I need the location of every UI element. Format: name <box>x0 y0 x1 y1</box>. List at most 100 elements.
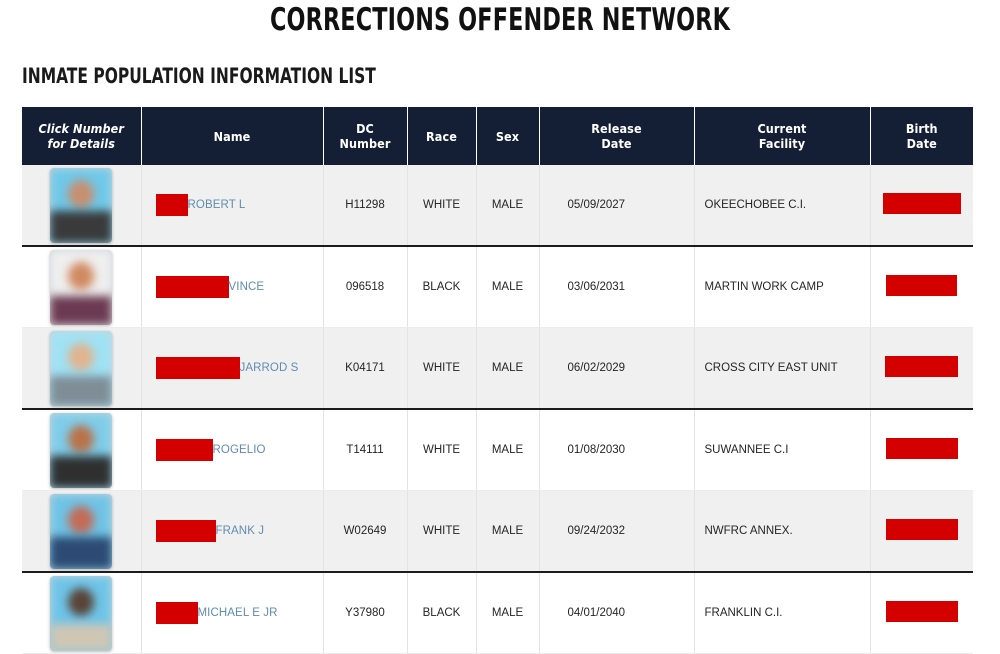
column-header-line1: Name <box>213 128 251 144</box>
redaction-block-birthdate <box>885 438 958 459</box>
photo-cell[interactable] <box>22 246 142 328</box>
photo-cell[interactable] <box>22 490 142 573</box>
photo-cell[interactable] <box>22 409 142 491</box>
name-cell-inner: VINCE <box>142 276 317 298</box>
inmate-photo-thumbnail[interactable] <box>50 493 113 569</box>
dc-number-cell: T14111 <box>322 409 408 491</box>
column-header-line1: Current <box>757 121 807 136</box>
column-header-sex[interactable]: Sex <box>475 107 540 165</box>
column-header-line1: Race <box>426 128 457 144</box>
column-header-line1: Release <box>591 121 642 136</box>
column-header-release-date[interactable]: Release Date <box>538 107 695 165</box>
redaction-block-lastname <box>155 357 240 379</box>
name-cell-inner: FRANK J <box>142 520 317 542</box>
redaction-block-birthdate <box>885 356 959 377</box>
redaction-block-lastname <box>155 276 229 298</box>
page-title: CORRECTIONS OFFENDER NETWORK <box>269 2 731 38</box>
current-facility-cell: OKEECHOBEE C.I. <box>693 165 871 247</box>
birth-date-cell <box>869 572 973 654</box>
column-header-click-number: Click Number for Details <box>22 107 142 165</box>
current-facility-cell: NWFRC ANNEX. <box>693 490 871 573</box>
inmate-name-link[interactable]: VINCE <box>229 281 265 293</box>
redaction-block-lastname <box>155 194 188 216</box>
column-header-line2: Date <box>601 136 632 151</box>
column-header-line1: Sex <box>495 128 520 144</box>
race-cell: WHITE <box>406 165 477 247</box>
name-cell-inner: MICHAEL E JR <box>142 602 317 624</box>
inmate-name-link[interactable]: ROBERT L <box>188 199 246 211</box>
table-row: MICHAEL E JR Y37980 BLACK MALE 04/01/2040 FRA… <box>22 572 973 654</box>
redaction-block-birthdate <box>882 193 961 214</box>
release-date-cell: 01/08/2030 <box>538 409 695 491</box>
inmate-photo-thumbnail[interactable] <box>50 249 113 325</box>
current-facility-cell: FRANKLIN C.I. <box>693 572 871 654</box>
table-row: FRANK J W02649 WHITE MALE 09/24/2032 NWFRC AN… <box>22 490 973 573</box>
photo-cell[interactable] <box>22 327 142 410</box>
redaction-block-lastname <box>155 602 198 624</box>
table-row: VINCE 096518 BLACK MALE 03/06/2031 MARTIN WOR… <box>22 246 973 328</box>
photo-cell[interactable] <box>22 165 142 247</box>
inmate-name-link[interactable]: JARROD S <box>240 362 299 374</box>
release-date-cell: 06/02/2029 <box>538 327 695 410</box>
column-header-line1: Click Number <box>38 121 125 136</box>
redaction-block-birthdate <box>885 519 958 540</box>
name-cell[interactable]: MICHAEL E JR <box>140 572 324 654</box>
column-header-name[interactable]: Name <box>140 107 324 165</box>
birth-date-cell <box>869 327 973 410</box>
name-cell[interactable]: ROBERT L <box>140 165 324 247</box>
list-heading: INMATE POPULATION INFORMATION LIST <box>22 64 376 88</box>
dc-number-cell: H11298 <box>322 165 408 247</box>
name-cell[interactable]: FRANK J <box>140 490 324 573</box>
dc-number-cell: W02649 <box>322 490 408 573</box>
race-cell: WHITE <box>406 327 477 410</box>
column-header-race[interactable]: Race <box>406 107 477 165</box>
current-facility-cell: CROSS CITY EAST UNIT <box>693 327 871 410</box>
dc-number-cell: Y37980 <box>322 572 408 654</box>
sex-cell: MALE <box>475 572 540 654</box>
inmate-name-link[interactable]: FRANK J <box>216 525 265 537</box>
sex-cell: MALE <box>475 165 540 247</box>
photo-cell[interactable] <box>22 572 142 654</box>
release-date-cell: 03/06/2031 <box>538 246 695 328</box>
redaction-block-birthdate <box>885 601 958 622</box>
release-date-cell: 09/24/2032 <box>538 490 695 573</box>
inmate-name-link[interactable]: MICHAEL E JR <box>198 607 278 619</box>
name-cell-inner: ROBERT L <box>142 194 317 216</box>
name-cell[interactable]: JARROD S <box>140 327 324 410</box>
table-row: ROGELIO T14111 WHITE MALE 01/08/2030 SUWANNEE… <box>22 409 973 491</box>
race-cell: BLACK <box>406 572 477 654</box>
name-cell-inner: JARROD S <box>142 357 317 379</box>
race-cell: WHITE <box>406 409 477 491</box>
page-root: CORRECTIONS OFFENDER NETWORK INMATE POPU… <box>0 0 1000 654</box>
inmate-photo-thumbnail[interactable] <box>50 167 113 243</box>
release-date-cell: 04/01/2040 <box>538 572 695 654</box>
redaction-block-birthdate <box>886 275 958 296</box>
column-header-line2: Date <box>906 136 937 151</box>
redaction-block-lastname <box>155 520 216 542</box>
release-date-cell: 05/09/2027 <box>538 165 695 247</box>
name-cell-inner: ROGELIO <box>142 439 317 461</box>
inmate-photo-thumbnail[interactable] <box>50 330 113 406</box>
inmate-table-container: Click Number for Details Name DC Number … <box>22 107 973 654</box>
column-header-dc-number[interactable]: DC Number <box>322 107 408 165</box>
inmate-photo-thumbnail[interactable] <box>50 412 113 488</box>
race-cell: BLACK <box>406 246 477 328</box>
name-cell[interactable]: VINCE <box>140 246 324 328</box>
column-header-line2: for Details <box>47 136 115 151</box>
current-facility-cell: SUWANNEE C.I <box>693 409 871 491</box>
birth-date-cell <box>869 409 973 491</box>
column-header-birth-date[interactable]: Birth Date <box>869 107 973 165</box>
name-cell[interactable]: ROGELIO <box>140 409 324 491</box>
inmate-name-link[interactable]: ROGELIO <box>213 444 266 456</box>
column-header-current-facility[interactable]: Current Facility <box>693 107 871 165</box>
table-header-row: Click Number for Details Name DC Number … <box>22 107 973 165</box>
table-row: ROBERT L H11298 WHITE MALE 05/09/2027 OKEECHO… <box>22 165 973 247</box>
birth-date-cell <box>869 490 973 573</box>
birth-date-cell <box>869 165 973 247</box>
race-cell: WHITE <box>406 490 477 573</box>
table-header: Click Number for Details Name DC Number … <box>22 107 973 165</box>
table-body: ROBERT L H11298 WHITE MALE 05/09/2027 OKEECHO… <box>22 165 973 654</box>
inmate-photo-thumbnail[interactable] <box>50 575 113 651</box>
dc-number-cell: 096518 <box>322 246 408 328</box>
sex-cell: MALE <box>475 409 540 491</box>
